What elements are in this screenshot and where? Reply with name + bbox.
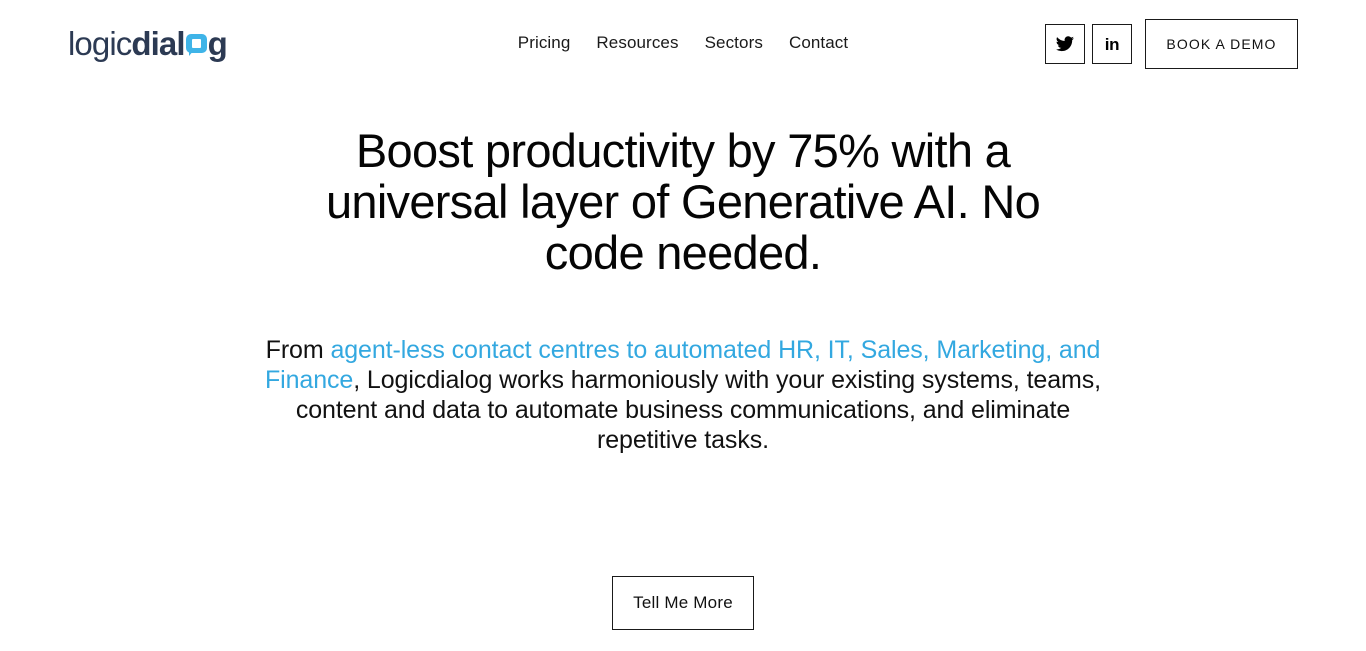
nav-item-resources[interactable]: Resources <box>596 30 678 55</box>
nav-item-sectors[interactable]: Sectors <box>705 30 763 55</box>
linkedin-icon: in <box>1104 34 1120 54</box>
tell-me-more-button[interactable]: Tell Me More <box>612 576 754 630</box>
site-header: logic dial g Pricing Resources Sectors Con… <box>0 0 1366 88</box>
nav-item-pricing[interactable]: Pricing <box>518 30 571 55</box>
hero-section: Boost productivity by 75% with a univers… <box>0 88 1366 630</box>
twitter-link[interactable] <box>1045 24 1085 64</box>
nav-item-contact[interactable]: Contact <box>789 30 848 55</box>
hero-subheading: From agent-less contact centres to autom… <box>263 335 1103 455</box>
header-actions: in BOOK A DEMO <box>1045 19 1298 69</box>
hero-heading: Boost productivity by 75% with a univers… <box>325 124 1041 279</box>
hero-sub-suffix: , Logicdialog works harmoniously with yo… <box>295 366 1102 454</box>
linkedin-link[interactable]: in <box>1092 24 1132 64</box>
hero-cta-wrapper: Tell Me More <box>612 576 754 630</box>
twitter-icon <box>1056 36 1074 52</box>
hero-sub-prefix: From <box>265 336 331 364</box>
book-a-demo-button[interactable]: BOOK A DEMO <box>1145 19 1298 69</box>
